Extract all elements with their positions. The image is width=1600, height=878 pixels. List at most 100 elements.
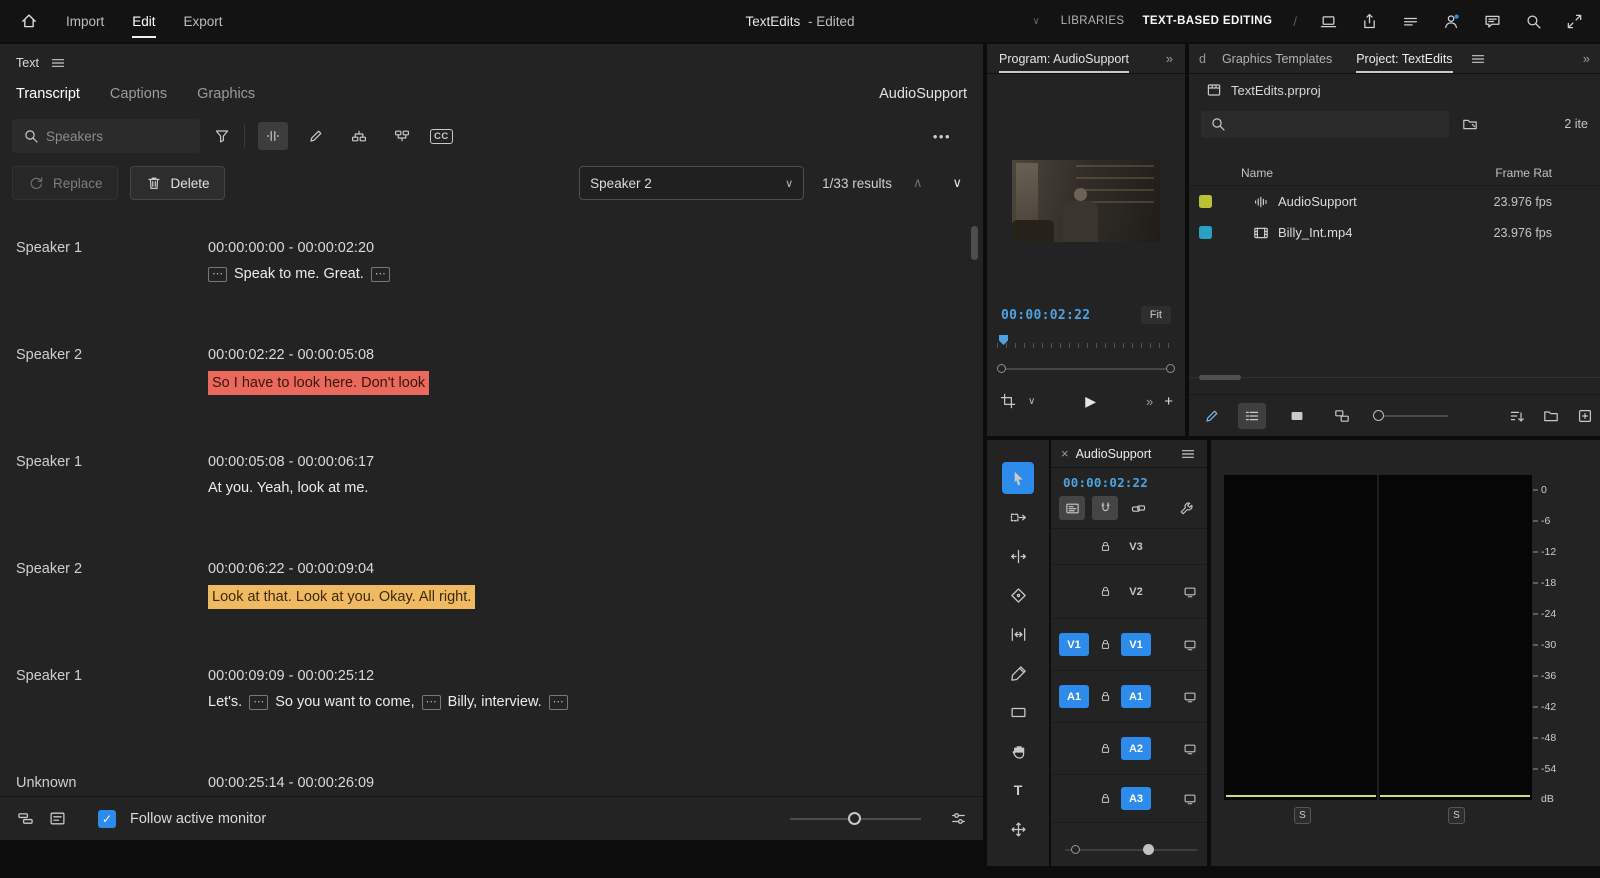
scrollbar-thumb[interactable] <box>1143 844 1154 855</box>
snap-toggle[interactable] <box>1092 496 1118 520</box>
more-options-icon[interactable]: ••• <box>933 129 971 144</box>
menu-tab-edit[interactable]: Edit <box>132 14 155 29</box>
track-monitor-icon[interactable] <box>1181 636 1199 654</box>
linked-selection-toggle[interactable] <box>1125 496 1151 520</box>
track-monitor-icon[interactable] <box>1181 688 1199 706</box>
transcript-sentence[interactable]: Speak to me. Great. <box>234 264 364 285</box>
scrollbar-handle-left[interactable] <box>997 364 1006 373</box>
slider-knob[interactable] <box>1373 410 1384 421</box>
lock-icon[interactable] <box>1096 740 1114 758</box>
hand-tool[interactable] <box>1002 735 1034 767</box>
next-result-button[interactable]: ∨ <box>943 175 971 191</box>
split-captions-button[interactable] <box>387 122 417 150</box>
tab-overflow-icon[interactable]: » <box>1166 51 1173 66</box>
lock-icon[interactable] <box>1096 538 1114 556</box>
pause-gap-chip[interactable]: ⋯ <box>371 267 390 282</box>
track-row-a2[interactable]: A2 <box>1051 723 1207 775</box>
transcript-row[interactable]: Unknown00:00:25:14 - 00:00:26:09 <box>0 765 969 796</box>
edit-transcript-button[interactable] <box>301 122 331 150</box>
sequence-tab-label[interactable]: AudioSupport <box>1076 447 1152 461</box>
pause-marks-toggle[interactable] <box>258 122 288 150</box>
program-video-preview[interactable] <box>1012 160 1160 242</box>
solo-left-button[interactable]: S <box>1294 807 1311 824</box>
transcript-sentence[interactable]: At you. Yeah, look at me. <box>208 478 368 499</box>
pause-gap-chip[interactable]: ⋯ <box>208 267 227 282</box>
project-hscrollbar[interactable] <box>1189 374 1600 382</box>
transcript-sentence[interactable]: So you want to come, <box>275 692 414 713</box>
menu-tab-export[interactable]: Export <box>184 14 223 29</box>
track-target-v3[interactable]: V3 <box>1121 541 1151 553</box>
delete-button[interactable]: Delete <box>130 166 225 200</box>
panel-menu-icon[interactable] <box>1469 50 1487 68</box>
source-patch-a1[interactable]: A1 <box>1059 685 1089 708</box>
project-item-row[interactable]: Billy_Int.mp423.976 fps <box>1189 217 1600 248</box>
caption-blocks-icon[interactable] <box>16 810 34 828</box>
tab-transcript[interactable]: Transcript <box>16 86 80 102</box>
track-target-a1[interactable]: A1 <box>1121 685 1151 708</box>
search-icon[interactable] <box>1523 11 1543 31</box>
chevron-down-icon[interactable]: ∨ <box>1028 396 1035 407</box>
transcript-row[interactable]: Speaker 100:00:00:00 - 00:00:02:20⋯Speak… <box>0 230 969 337</box>
playhead[interactable] <box>999 335 1008 345</box>
pause-gap-chip[interactable]: ⋯ <box>549 695 568 710</box>
speaker-filter-dropdown[interactable]: Speaker 2 ∨ <box>579 166 804 200</box>
clipped-tab[interactable]: d <box>1199 52 1206 66</box>
panel-overflow-icon[interactable]: » <box>1583 51 1590 66</box>
track-row-v2[interactable]: V2 <box>1051 565 1207 619</box>
fullscreen-icon[interactable] <box>1564 11 1584 31</box>
solo-right-button[interactable]: S <box>1448 807 1465 824</box>
project-item-row[interactable]: AudioSupport23.976 fps <box>1189 186 1600 217</box>
search-bin-icon[interactable] <box>1461 115 1479 133</box>
cc-badge[interactable]: CC <box>430 129 453 144</box>
item-name[interactable]: AudioSupport <box>1278 194 1357 209</box>
track-monitor-icon[interactable] <box>1181 790 1199 808</box>
merge-captions-button[interactable] <box>344 122 374 150</box>
text-size-slider[interactable] <box>790 812 921 825</box>
workspace-text-based-editing[interactable]: TEXT-BASED EDITING <box>1142 15 1272 27</box>
pause-gap-chip[interactable]: ⋯ <box>422 695 441 710</box>
ripple-edit-tool[interactable] <box>1002 540 1034 572</box>
filter-icon[interactable] <box>213 127 231 145</box>
button-editor-icon[interactable]: + <box>1164 393 1173 410</box>
label-color-chip[interactable] <box>1199 195 1212 208</box>
timeline-timecode[interactable]: 00:00:02:22 <box>1051 468 1207 494</box>
list-view-button[interactable] <box>1238 403 1266 429</box>
source-patch-v1[interactable]: V1 <box>1059 633 1089 656</box>
freeform-view-button[interactable] <box>1328 403 1356 429</box>
program-timecode[interactable]: 00:00:02:22 <box>1001 308 1090 323</box>
transcript-row[interactable]: Speaker 100:00:05:08 - 00:00:06:17At you… <box>0 444 969 551</box>
transcript-sentence[interactable]: Billy, interview. <box>448 692 542 713</box>
nest-toggle[interactable] <box>1059 496 1085 520</box>
project-search-input[interactable] <box>1233 117 1353 132</box>
lock-icon[interactable] <box>1096 790 1114 808</box>
program-zoom-scrollbar[interactable] <box>997 364 1175 374</box>
edit-pencil-icon[interactable] <box>1203 407 1221 425</box>
icon-view-button[interactable] <box>1283 403 1311 429</box>
sort-icon[interactable] <box>1508 407 1526 425</box>
track-monitor-icon[interactable] <box>1181 583 1199 601</box>
transcript-scrollbar[interactable] <box>971 226 978 260</box>
panel-title[interactable]: Text <box>16 56 39 70</box>
close-sequence-icon[interactable]: × <box>1061 446 1069 461</box>
tab-graphics-templates[interactable]: Graphics Templates <box>1222 45 1332 73</box>
slip-tool[interactable] <box>1002 618 1034 650</box>
tab-program[interactable]: Program: AudioSupport <box>999 45 1129 73</box>
play-button[interactable]: ▶ <box>1085 393 1096 410</box>
transcript-sentence[interactable]: Let's. <box>208 692 242 713</box>
label-color-chip[interactable] <box>1199 226 1212 239</box>
device-preview-icon[interactable] <box>1318 11 1338 31</box>
new-item-icon[interactable] <box>1576 407 1594 425</box>
program-time-ruler[interactable] <box>997 334 1175 348</box>
menu-tab-import[interactable]: Import <box>66 14 104 29</box>
transcript-row[interactable]: Speaker 200:00:02:22 - 00:00:05:08So I h… <box>0 337 969 444</box>
track-select-forward-tool[interactable] <box>1002 501 1034 533</box>
fit-dropdown[interactable]: Fit <box>1141 306 1171 324</box>
follow-active-monitor-checkbox[interactable]: ✓ <box>98 810 116 828</box>
track-target-a3[interactable]: A3 <box>1121 787 1151 810</box>
comments-icon[interactable] <box>1482 11 1502 31</box>
workspaces-icon[interactable] <box>1400 11 1420 31</box>
type-tool[interactable]: T <box>1002 774 1034 806</box>
transform-tool[interactable] <box>1002 813 1034 845</box>
thumbnail-zoom-slider[interactable] <box>1373 410 1448 421</box>
search-box[interactable] <box>12 119 200 153</box>
